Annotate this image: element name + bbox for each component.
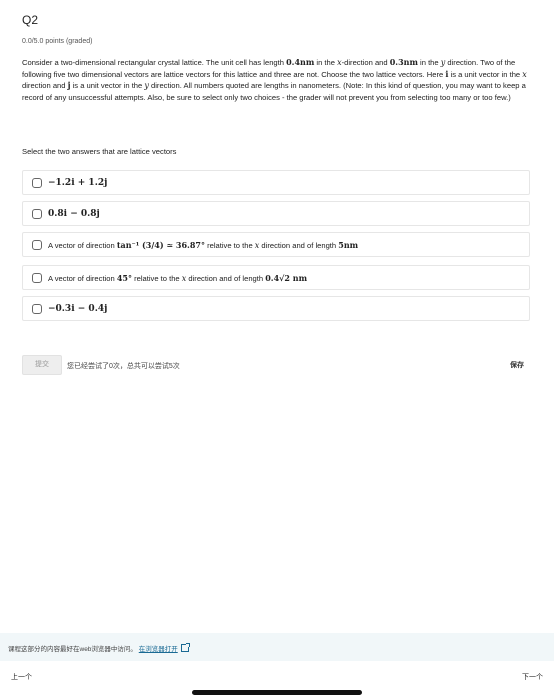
answer-option-4[interactable]: A vector of direction 45° relative to th… (22, 265, 530, 290)
answer-option-3[interactable]: A vector of direction tan⁻¹ (3/4) ≃ 36.8… (22, 232, 530, 257)
next-button[interactable]: 下一个 (522, 672, 543, 682)
points-label: 0.0/5.0 points (graded) (22, 38, 93, 45)
answer-option-5[interactable]: −0.3i − 0.4j (22, 296, 530, 321)
option-label: A vector of direction 45° relative to th… (48, 272, 308, 283)
attempts-text: 您已经尝试了0次，总共可以尝试5次 (67, 363, 180, 370)
external-link-icon[interactable] (180, 643, 190, 652)
previous-button[interactable]: 上一个 (11, 672, 32, 682)
browser-notice: 课程这部分的内容最好在web浏览器中访问。 在浏览器打开 (8, 643, 190, 653)
question-title: Q2 (22, 13, 39, 27)
answer-option-2[interactable]: 0.8i − 0.8j (22, 201, 530, 226)
checkbox[interactable] (32, 272, 42, 283)
submit-button[interactable]: 提交 (22, 355, 62, 375)
answer-option-1[interactable]: −1.2i + 1.2j (22, 170, 530, 195)
checkbox[interactable] (32, 177, 42, 188)
question-prompt: Consider a two-dimensional rectangular c… (22, 57, 527, 102)
option-label: −0.3i − 0.4j (48, 303, 108, 314)
option-label: 0.8i − 0.8j (48, 208, 100, 219)
save-button[interactable]: 保存 (510, 360, 524, 370)
option-label: A vector of direction tan⁻¹ (3/4) ≃ 36.8… (48, 239, 359, 250)
checkbox[interactable] (32, 303, 42, 314)
home-indicator (192, 690, 362, 695)
open-in-browser-link[interactable]: 在浏览器打开 (139, 646, 178, 653)
checkbox[interactable] (32, 208, 42, 219)
checkbox[interactable] (32, 239, 42, 250)
select-instruction: Select the two answers that are lattice … (22, 147, 177, 156)
option-label: −1.2i + 1.2j (48, 177, 108, 188)
browser-notice-bar: 课程这部分的内容最好在web浏览器中访问。 在浏览器打开 (0, 633, 554, 661)
